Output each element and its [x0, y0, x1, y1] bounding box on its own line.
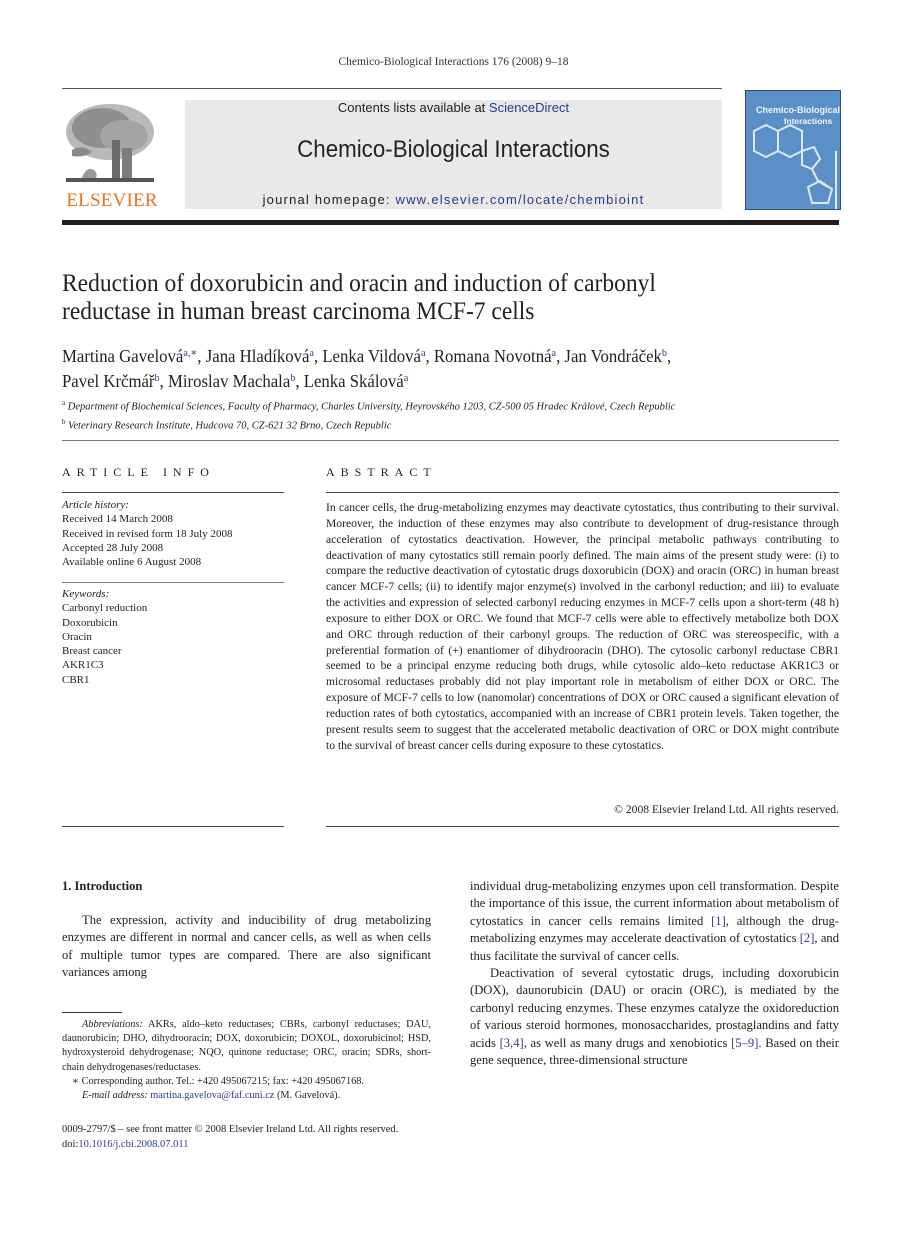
running-head: Chemico-Biological Interactions 176 (200… — [338, 56, 569, 68]
journal-banner: Contents lists available at ScienceDirec… — [185, 100, 722, 209]
contents-prefix: Contents lists available at — [337, 100, 489, 115]
header-rule — [62, 88, 722, 89]
author[interactable]: Romana Novotnáa — [434, 346, 556, 366]
body-column-left: The expression, activity and inducibilit… — [62, 912, 431, 982]
author[interactable]: Pavel Krčmářb — [62, 371, 160, 391]
cover-title-line2: Interactions — [784, 116, 833, 126]
affiliations: a Department of Biochemical Sciences, Fa… — [62, 396, 839, 433]
cover-title-line1: Chemico-Biological — [756, 105, 841, 115]
journal-homepage-link[interactable]: www.elsevier.com/locate/chembioint — [396, 192, 645, 207]
sciencedirect-link[interactable]: ScienceDirect — [489, 100, 569, 115]
keyword: AKR1C3 — [62, 659, 104, 672]
paragraph: The expression, activity and inducibilit… — [62, 913, 431, 980]
keywords-label: Keywords: — [62, 588, 110, 600]
divider — [62, 826, 284, 827]
footnote-rule — [62, 1012, 122, 1013]
doi-link[interactable]: 10.1016/j.cbi.2008.07.011 — [78, 1139, 188, 1150]
article-title: Reduction of doxorubicin and oracin and … — [62, 270, 792, 326]
article-info-heading: ARTICLE INFO — [62, 465, 215, 479]
history-item: Accepted 28 July 2008 — [62, 541, 164, 554]
keyword: Breast cancer — [62, 645, 122, 658]
history-item: Received 14 March 2008 — [62, 513, 173, 526]
header-thick-rule — [62, 220, 839, 225]
body-column-right: individual drug-metabolizing enzymes upo… — [470, 878, 839, 1069]
elsevier-tree-icon — [62, 100, 158, 186]
abstract-text: In cancer cells, the drug-metabolizing e… — [326, 501, 839, 752]
issn-line: 0009-2797/$ – see front matter © 2008 El… — [62, 1124, 399, 1135]
abstract-copyright: © 2008 Elsevier Ireland Ltd. All rights … — [614, 803, 839, 816]
corresponding-author-footnote: ∗ Corresponding author. Tel.: +420 49506… — [72, 1075, 364, 1087]
email-footnote: E-mail address: martina.gavelova@faf.cun… — [82, 1090, 341, 1102]
email-link[interactable]: martina.gavelova@faf.cuni.cz — [150, 1090, 274, 1101]
paragraph: Deactivation of several cytostatic drugs… — [470, 966, 840, 1068]
history-label: Article history: — [62, 499, 129, 511]
keyword: Carbonyl reduction — [62, 602, 148, 615]
author[interactable]: Martina Gavelováa,∗ — [62, 346, 197, 366]
journal-header: ELSEVIER Contents lists available at Sci… — [62, 88, 841, 211]
elsevier-wordmark: ELSEVIER — [66, 190, 158, 211]
affiliation: b Veterinary Research Institute, Hudcova… — [62, 417, 392, 432]
title-line-2: reductase in human breast carcinoma MCF-… — [62, 298, 535, 325]
author[interactable]: Lenka Skálováa — [304, 371, 408, 391]
keywords: Keywords: Carbonyl reduction Doxorubicin… — [62, 587, 284, 687]
author[interactable]: Miroslav Machalab — [168, 371, 295, 391]
author-list: Martina Gavelováa,∗, Jana Hladíkováa, Le… — [62, 346, 672, 391]
history-item: Received in revised form 18 July 2008 — [62, 527, 233, 540]
divider — [326, 492, 839, 493]
keyword: Doxorubicin — [62, 616, 118, 629]
homepage-prefix: journal homepage: — [262, 192, 396, 207]
author[interactable]: Jana Hladíkováa — [206, 346, 314, 366]
divider — [326, 826, 839, 827]
history-item: Available online 6 August 2008 — [62, 556, 202, 569]
contents-line: Contents lists available at ScienceDirec… — [185, 100, 722, 115]
citation-link[interactable]: [5–9] — [731, 1036, 758, 1050]
footnotes: Abbreviations: AKRs, aldo–keto reductase… — [62, 1018, 431, 1103]
keyword: CBR1 — [62, 673, 90, 686]
article-history: Article history: Received 14 March 2008 … — [62, 498, 284, 569]
journal-title: Chemico-Biological Interactions — [297, 136, 610, 163]
affiliation: a Department of Biochemical Sciences, Fa… — [62, 399, 676, 413]
elsevier-logo[interactable]: ELSEVIER — [62, 100, 162, 211]
citation-link[interactable]: [3,4] — [500, 1036, 524, 1050]
homepage-line: journal homepage: www.elsevier.com/locat… — [185, 192, 722, 207]
paragraph: individual drug-metabolizing enzymes upo… — [470, 879, 839, 963]
author[interactable]: Jan Vondráčekb — [564, 346, 667, 366]
abbreviations-footnote: Abbreviations: AKRs, aldo–keto reductase… — [62, 1019, 431, 1073]
title-line-1: Reduction of doxorubicin and oracin and … — [62, 270, 656, 297]
doi-line: doi:10.1016/j.cbi.2008.07.011 — [62, 1138, 189, 1150]
author[interactable]: Lenka Vildováa — [322, 346, 425, 366]
citation-link[interactable]: [2] — [800, 931, 815, 945]
abstract-heading: ABSTRACT — [326, 465, 437, 479]
journal-cover[interactable]: Chemico-Biological Interactions — [745, 90, 841, 210]
divider — [62, 582, 284, 583]
section-heading-introduction: 1. Introduction — [62, 879, 143, 893]
divider — [62, 440, 839, 441]
keyword: Oracin — [62, 630, 92, 643]
citation-link[interactable]: [1] — [711, 914, 726, 928]
divider — [62, 492, 284, 493]
front-matter: 0009-2797/$ – see front matter © 2008 El… — [62, 1123, 398, 1152]
